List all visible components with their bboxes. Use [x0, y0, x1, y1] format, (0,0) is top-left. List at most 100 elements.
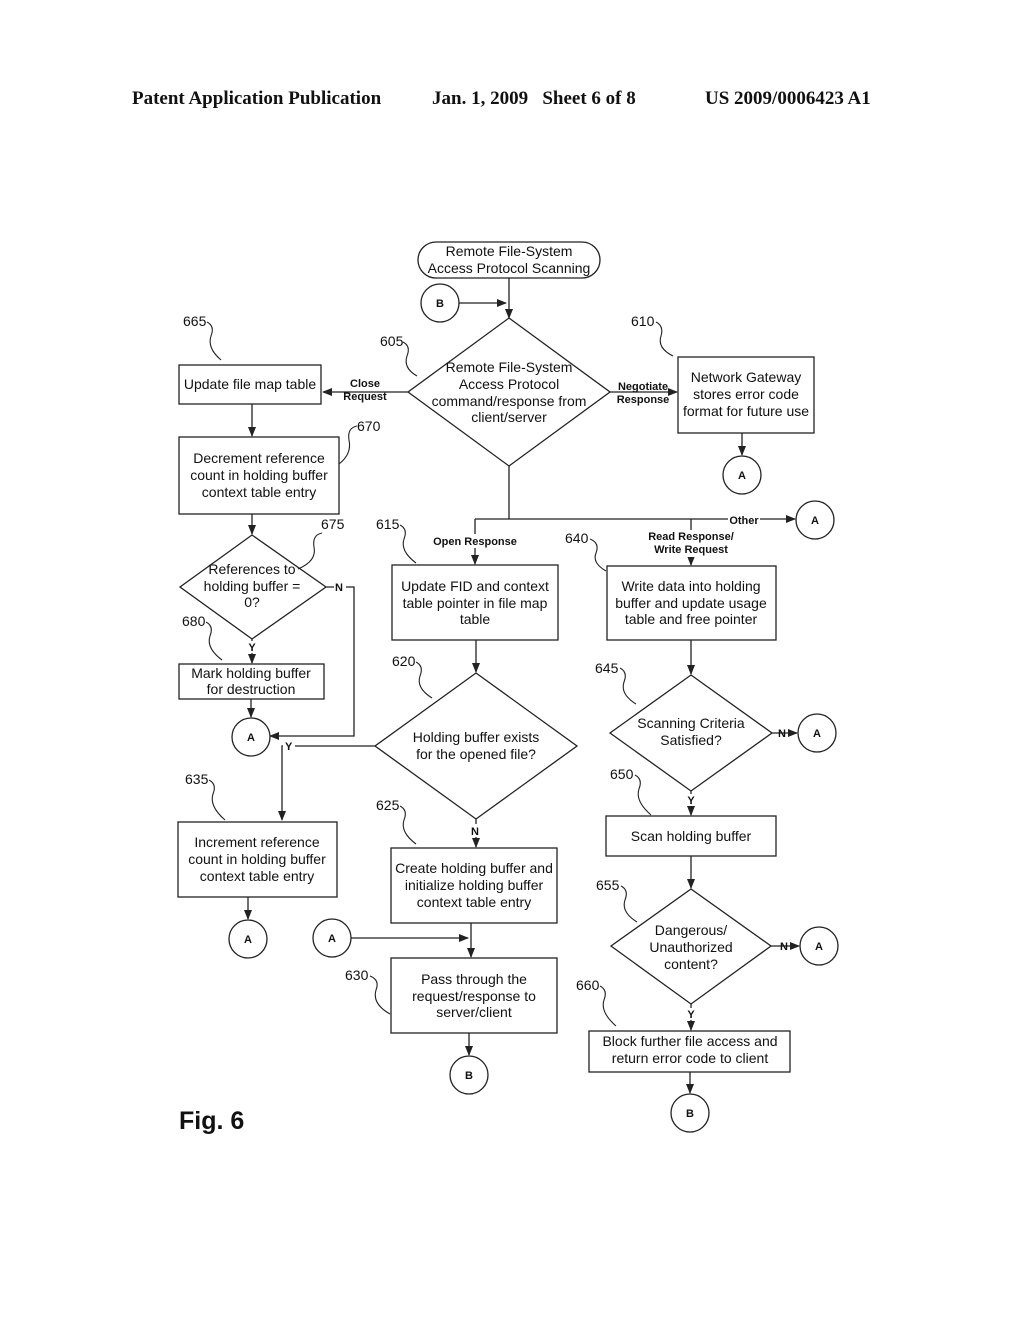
label-675-yes: Y: [248, 642, 256, 654]
leader-675: [297, 532, 323, 570]
leader-640: [589, 538, 607, 572]
label-other: Other: [729, 515, 759, 527]
n610-line-2: stores error code: [693, 386, 799, 402]
ref-680: 680: [182, 613, 206, 629]
leader-610: [655, 321, 674, 357]
ref-635: 635: [185, 771, 209, 787]
n660-line-1: Block further file access and: [602, 1033, 777, 1049]
decision-605: [406, 317, 612, 467]
n605-line-2: Access Protocol: [459, 376, 559, 392]
n670-line-3: context table entry: [202, 484, 316, 500]
n675-line-1: References to: [208, 561, 295, 577]
ref-655: 655: [596, 877, 620, 893]
label-close-2: Request: [343, 391, 387, 403]
leader-630: [369, 975, 391, 1015]
leader-635: [208, 779, 226, 821]
n645-line-2: Satisfied?: [660, 732, 722, 748]
ref-650: 650: [610, 766, 634, 782]
n620-line-1: Holding buffer exists: [413, 729, 540, 745]
n640-line-1: Write data into holding: [621, 578, 760, 594]
connector-a-in-label: A: [328, 933, 336, 945]
n605-line-1: Remote File-System: [446, 359, 573, 375]
n610-line-3: format for future use: [683, 403, 809, 419]
flowchart: Remote File-System Access Protocol Scann…: [177, 241, 839, 1135]
figure-label: Fig. 6: [179, 1107, 244, 1135]
n680-line-2: for destruction: [207, 681, 296, 697]
connector-b-top-label: B: [436, 298, 444, 310]
connector-b-660-label: B: [686, 1108, 694, 1120]
n655-line-3: content?: [664, 956, 718, 972]
ref-665: 665: [183, 313, 207, 329]
n650-line-1: Scan holding buffer: [631, 828, 752, 844]
label-open-response: Open Response: [433, 536, 517, 548]
label-readwrite-1: Read Response/: [648, 531, 734, 543]
start-line-1: Remote File-System: [446, 243, 573, 259]
n635-line-3: context table entry: [200, 868, 314, 884]
n675-line-3: 0?: [244, 594, 260, 610]
label-645-yes: Y: [687, 795, 695, 807]
n615-line-3: table: [460, 611, 491, 627]
n680-line-1: Mark holding buffer: [191, 665, 311, 681]
n670-line-1: Decrement reference: [193, 450, 325, 466]
n620-line-2: for the opened file?: [416, 746, 536, 762]
ref-670: 670: [357, 418, 381, 434]
n675-line-2: holding buffer =: [204, 578, 301, 594]
leader-645: [619, 667, 637, 705]
label-negotiate-1: Negotiate: [618, 381, 668, 393]
label-close-1: Close: [350, 378, 380, 390]
ref-645: 645: [595, 660, 619, 676]
n655-line-2: Unauthorized: [649, 939, 732, 955]
connector-a-655-label: A: [815, 941, 823, 953]
leader-665: [206, 321, 222, 361]
label-readwrite-2: Write Request: [654, 544, 728, 556]
n660-line-2: return error code to client: [612, 1050, 769, 1066]
leader-625: [399, 805, 417, 845]
connector-a-other-label: A: [811, 515, 819, 527]
n640-line-2: buffer and update usage: [615, 595, 767, 611]
ref-640: 640: [565, 530, 589, 546]
n615-line-1: Update FID and context: [401, 578, 549, 594]
leader-670: [338, 425, 358, 465]
n640-line-3: table and free pointer: [625, 611, 758, 627]
n630-line-2: request/response to: [412, 988, 536, 1004]
connector-a-645-label: A: [813, 728, 821, 740]
connector-a-610-label: A: [738, 470, 746, 482]
connector-b-630-label: B: [465, 1070, 473, 1082]
n630-line-1: Pass through the: [421, 971, 527, 987]
label-620-yes: Y: [285, 741, 293, 753]
label-645-no: N: [778, 728, 786, 740]
ref-625: 625: [376, 797, 400, 813]
label-655-no: N: [780, 941, 788, 953]
n630-line-3: server/client: [436, 1004, 512, 1020]
n625-line-1: Create holding buffer and: [395, 860, 553, 876]
n610-line-1: Network Gateway: [691, 369, 801, 385]
label-675-no: N: [335, 582, 343, 594]
connector-a-680-label: A: [247, 732, 255, 744]
ref-615: 615: [376, 516, 400, 532]
leader-605: [402, 341, 418, 377]
leader-650: [634, 774, 652, 816]
edge-620-yes-to-635: [278, 745, 375, 821]
n625-line-3: context table entry: [417, 894, 531, 910]
ref-660: 660: [576, 977, 600, 993]
ref-630: 630: [345, 967, 369, 983]
n615-line-2: table pointer in file map: [403, 595, 548, 611]
leader-620: [415, 661, 433, 699]
ref-620: 620: [392, 653, 416, 669]
leader-660: [599, 985, 617, 1027]
n670-line-2: count in holding buffer: [190, 467, 328, 483]
n625-line-2: initialize holding buffer: [405, 877, 544, 893]
ref-610: 610: [631, 313, 655, 329]
ref-675: 675: [321, 516, 345, 532]
n605-line-3: command/response from: [432, 393, 587, 409]
leader-680: [205, 621, 223, 661]
connector-a-635-label: A: [244, 934, 252, 946]
leader-615: [399, 524, 417, 564]
label-620-no: N: [471, 826, 479, 838]
n665-line-1: Update file map table: [184, 376, 317, 392]
n635-line-1: Increment reference: [194, 834, 319, 850]
start-line-2: Access Protocol Scanning: [428, 260, 591, 276]
label-655-yes: Y: [687, 1009, 695, 1021]
n605-line-4: client/server: [471, 409, 547, 425]
label-negotiate-2: Response: [617, 394, 670, 406]
